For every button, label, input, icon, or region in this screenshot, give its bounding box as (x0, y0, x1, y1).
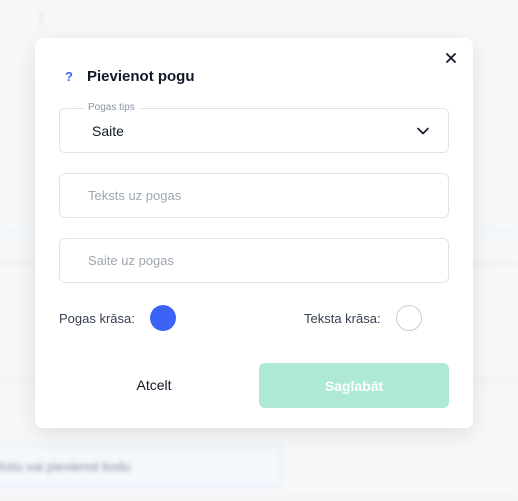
button-color-label: Pogas krāsa: (59, 310, 135, 326)
cancel-button[interactable]: Atcelt (109, 365, 199, 405)
button-text-input[interactable] (60, 174, 448, 217)
add-button-dialog: ? Pievienot pogu Pogas tips Saite Pogas … (35, 38, 473, 428)
text-color-swatch[interactable] (395, 305, 422, 331)
dialog-title: Pievienot pogu (87, 68, 195, 85)
button-color-row: Pogas krāsa: (59, 305, 176, 331)
button-color-swatch[interactable] (149, 305, 176, 331)
button-text-field (59, 173, 449, 218)
chevron-down-icon (417, 127, 429, 135)
button-link-input[interactable] (60, 239, 448, 282)
save-button[interactable]: Saglabāt (259, 363, 449, 408)
help-icon[interactable]: ? (65, 69, 77, 84)
button-type-select[interactable]: Pogas tips Saite (59, 102, 449, 153)
button-type-label: Pogas tips (84, 102, 139, 113)
text-color-row: Teksta krāsa: (304, 305, 422, 331)
button-type-value: Saite (92, 123, 124, 139)
text-color-label: Teksta krāsa: (304, 310, 381, 326)
close-icon (446, 53, 456, 63)
button-link-field (59, 238, 449, 283)
close-button[interactable] (441, 48, 461, 68)
dialog-header: ? Pievienot pogu (65, 68, 195, 85)
